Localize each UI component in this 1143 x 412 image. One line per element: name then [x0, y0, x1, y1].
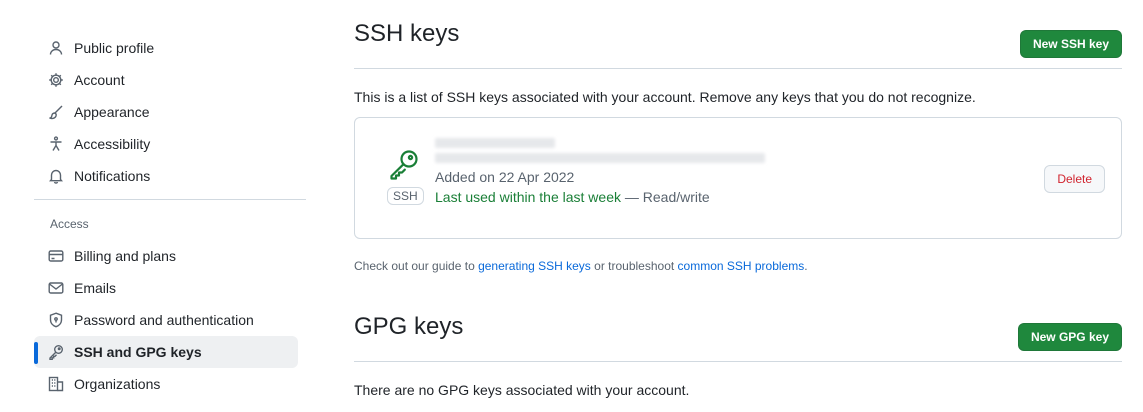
sidebar-item-label: Billing and plans [74, 248, 176, 264]
sidebar-item-ssh-gpg-keys[interactable]: SSH and GPG keys [34, 336, 298, 368]
new-ssh-key-button[interactable]: New SSH key [1019, 30, 1122, 58]
ssh-section-header: SSH keys New SSH key [354, 20, 1122, 69]
key-access-level: — Read/write [621, 189, 710, 205]
gpg-empty-message: There are no GPG keys associated with yo… [354, 382, 690, 398]
bell-icon [48, 168, 64, 184]
gpg-section: GPG keys New GPG key There are no GPG ke… [354, 313, 1122, 398]
sidebar-item-appearance[interactable]: Appearance [34, 96, 306, 128]
mail-icon [48, 280, 64, 296]
redacted-key-title [435, 138, 555, 148]
ssh-keys-title: SSH keys [354, 20, 460, 48]
sidebar-item-label: Appearance [74, 104, 150, 120]
redacted-fingerprint [435, 153, 765, 163]
common-ssh-problems-link[interactable]: common SSH problems [678, 259, 805, 273]
ssh-guide-text: Check out our guide to generating SSH ke… [354, 259, 1122, 273]
guide-middle: or troubleshoot [590, 259, 678, 273]
sidebar-item-label: Emails [74, 280, 117, 296]
key-last-used-text: Last used within the last week [435, 189, 621, 205]
ssh-key-item: SSH Added on 22 Apr 2022 Last used withi… [354, 117, 1122, 239]
paintbrush-icon [48, 104, 64, 120]
sidebar-item-label: Organizations [74, 376, 161, 392]
generating-ssh-keys-link[interactable]: generating SSH keys [478, 259, 591, 273]
guide-suffix: . [804, 259, 808, 273]
gpg-section-header: GPG keys New GPG key [354, 313, 1122, 362]
ssh-key-icon-wrap: SSH [387, 148, 424, 205]
key-icon [48, 344, 64, 360]
ssh-key-info: Added on 22 Apr 2022 Last used within th… [435, 138, 765, 205]
ssh-badge: SSH [387, 187, 424, 205]
sidebar-item-password-auth[interactable]: Password and authentication [34, 304, 306, 336]
sidebar-divider [34, 199, 306, 200]
ssh-description: This is a list of SSH keys associated wi… [354, 89, 976, 105]
sidebar-item-organizations[interactable]: Organizations [34, 368, 306, 400]
sidebar-heading-access: Access [50, 217, 89, 231]
settings-sidebar: Public profile Account Appearance Access… [34, 32, 306, 400]
sidebar-item-emails[interactable]: Emails [34, 272, 306, 304]
sidebar-item-notifications[interactable]: Notifications [34, 160, 306, 192]
sidebar-item-billing[interactable]: Billing and plans [34, 240, 306, 272]
settings-main: SSH keys New SSH key This is a list of S… [354, 20, 1122, 412]
key-last-used: Last used within the last week — Read/wr… [435, 189, 765, 205]
sidebar-item-label: Account [74, 72, 125, 88]
sidebar-item-label: Public profile [74, 40, 155, 56]
key-icon [388, 150, 420, 184]
key-added-date: Added on 22 Apr 2022 [435, 169, 575, 185]
delete-ssh-key-button[interactable]: Delete [1044, 165, 1105, 193]
sidebar-item-label: Accessibility [74, 136, 151, 152]
sidebar-item-accessibility[interactable]: Accessibility [34, 128, 306, 160]
gpg-keys-title: GPG keys [354, 313, 464, 341]
shield-lock-icon [48, 312, 64, 328]
credit-card-icon [48, 248, 64, 264]
sidebar-item-account[interactable]: Account [34, 64, 306, 96]
sidebar-item-label: Password and authentication [74, 312, 254, 328]
person-icon [48, 40, 64, 56]
accessibility-icon [48, 136, 64, 152]
organization-icon [48, 376, 64, 392]
guide-prefix: Check out our guide to [354, 259, 479, 273]
sidebar-item-label: SSH and GPG keys [74, 344, 202, 360]
sidebar-item-public-profile[interactable]: Public profile [34, 32, 306, 64]
gear-icon [48, 72, 64, 88]
new-gpg-key-button[interactable]: New GPG key [1017, 323, 1122, 351]
sidebar-item-label: Notifications [74, 168, 151, 184]
